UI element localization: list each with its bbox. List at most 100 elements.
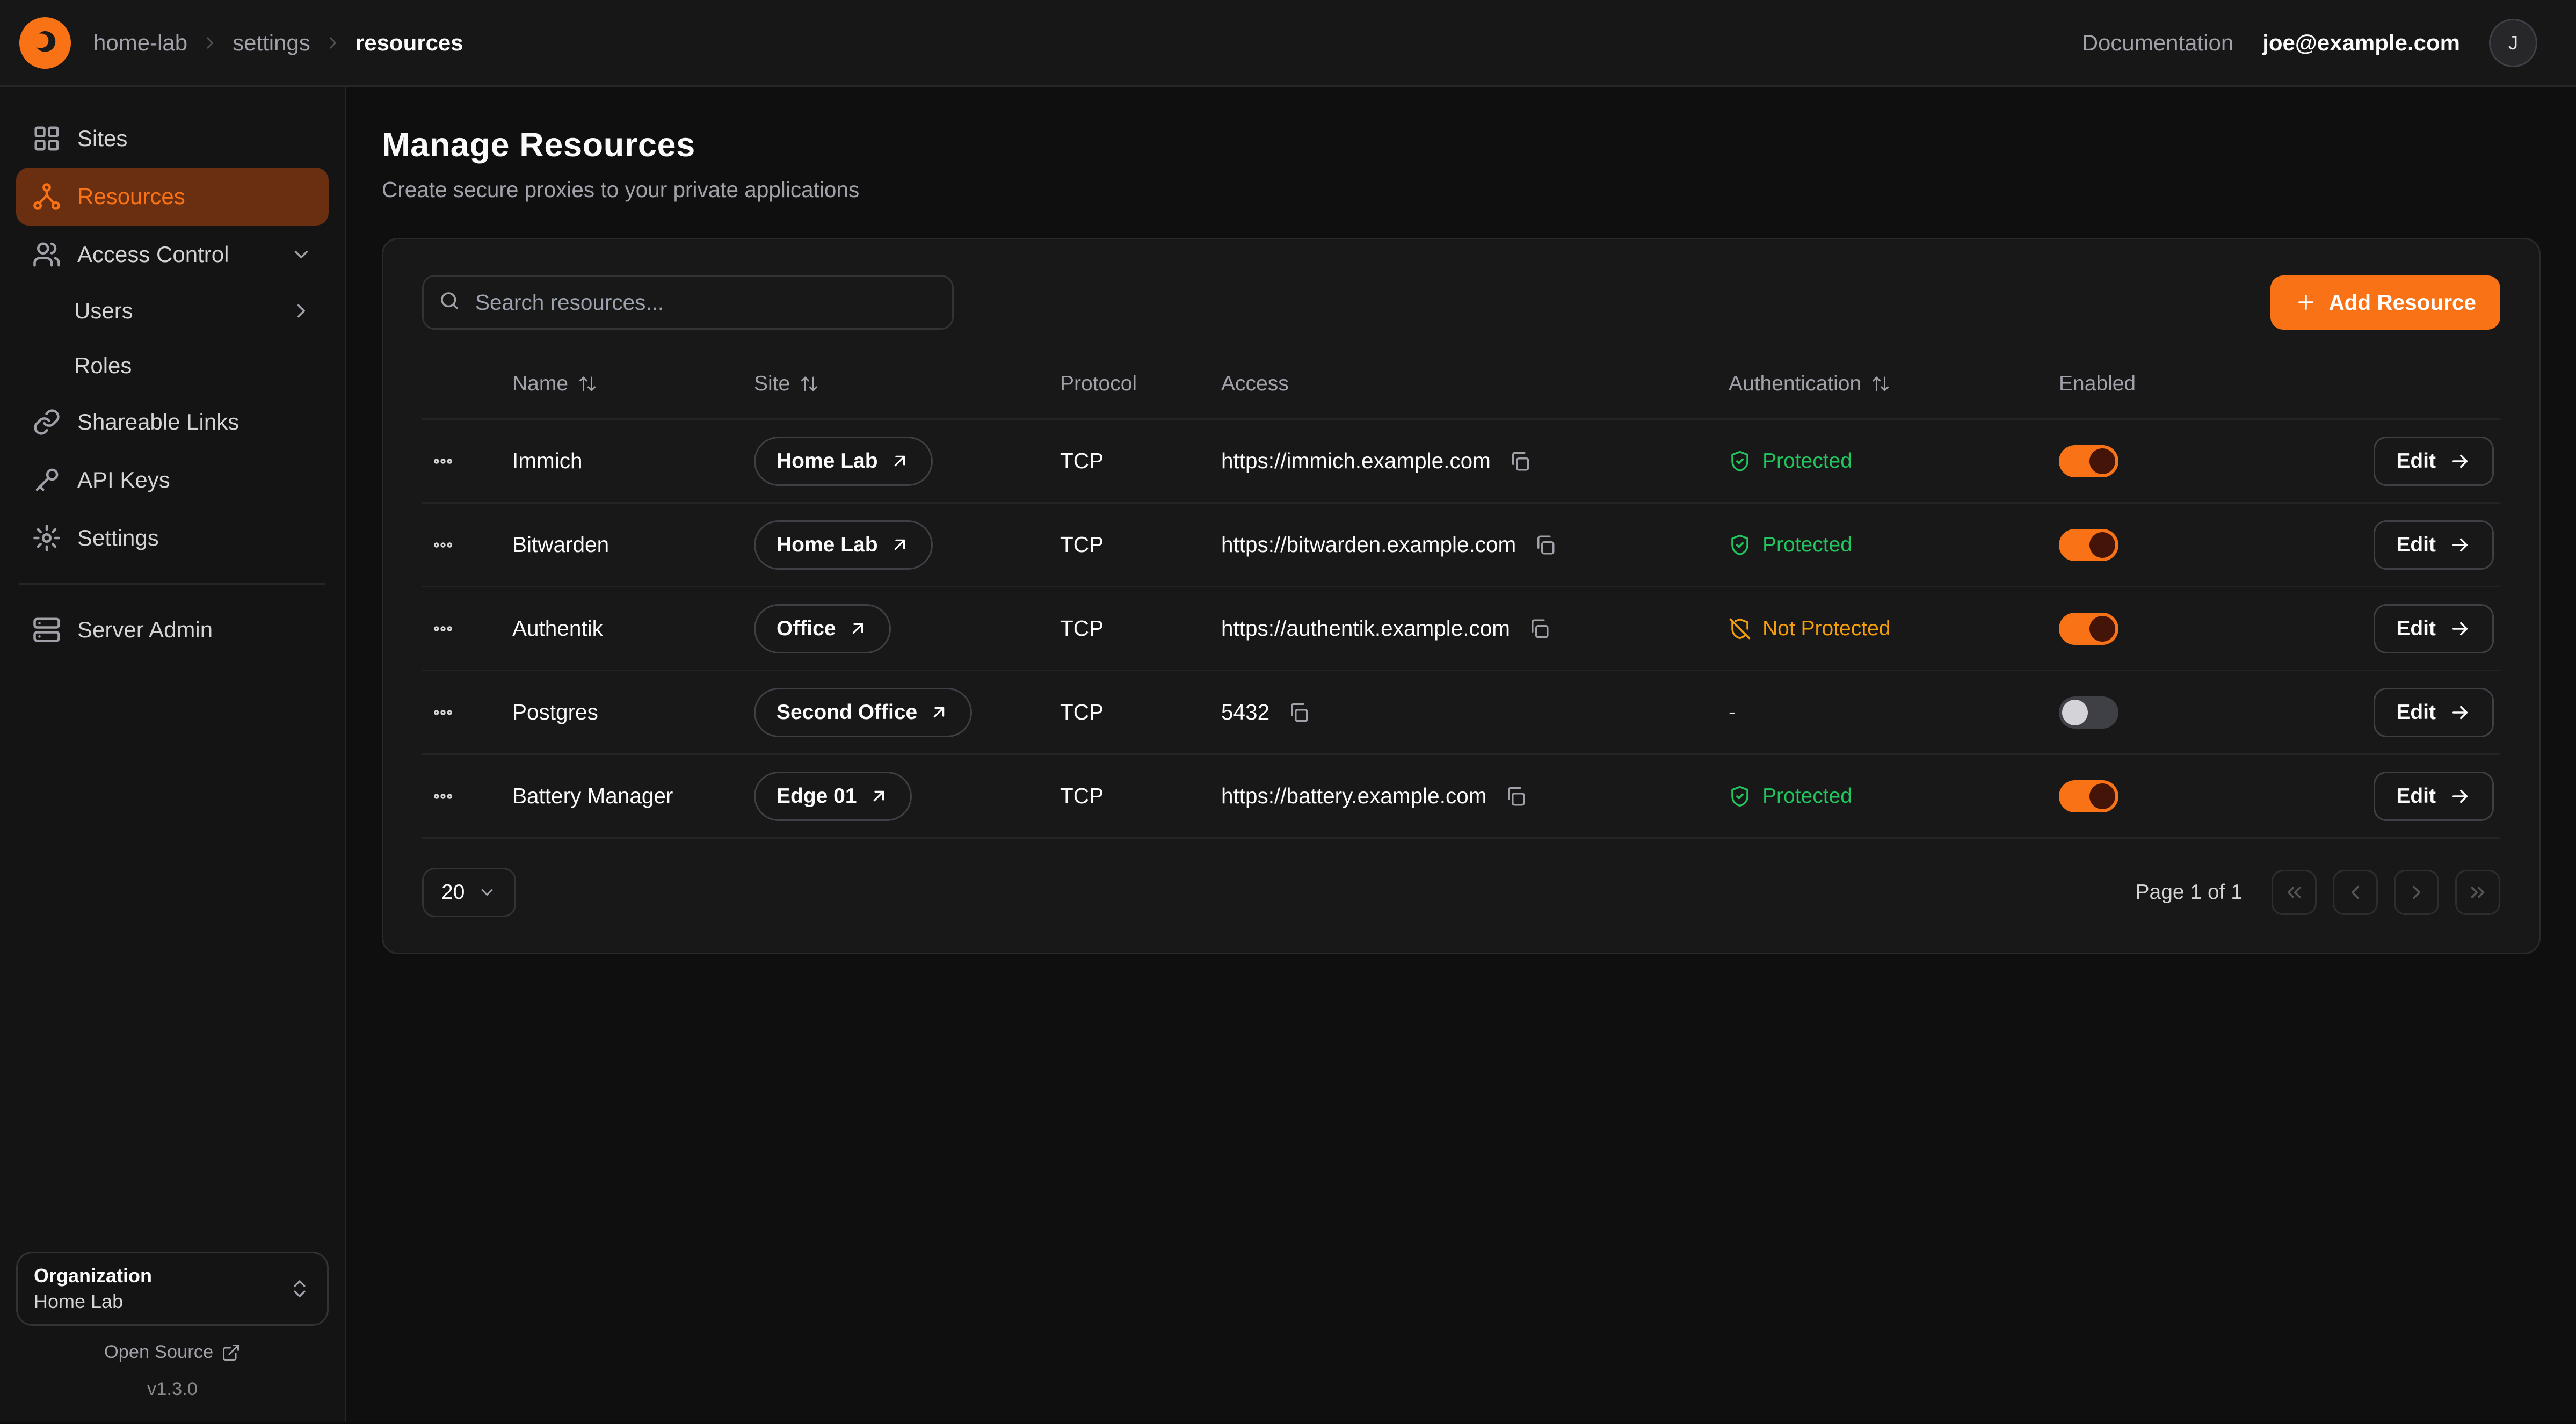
copy-icon[interactable] xyxy=(1284,698,1313,727)
next-page-button[interactable] xyxy=(2394,870,2439,915)
organization-switcher[interactable]: Organization Home Lab xyxy=(16,1252,329,1326)
chevrons-right-icon xyxy=(2466,881,2489,904)
sort-icon[interactable] xyxy=(1871,374,1890,394)
col-authentication: Authentication xyxy=(1729,372,1861,396)
copy-icon[interactable] xyxy=(1530,531,1559,560)
chevron-right-icon xyxy=(200,33,220,53)
app-logo-icon[interactable] xyxy=(19,17,71,69)
chevron-right-icon xyxy=(2405,881,2428,904)
sidebar-item-server-admin[interactable]: Server Admin xyxy=(16,601,329,659)
organization-label: Organization xyxy=(34,1265,288,1287)
sidebar-item-settings[interactable]: Settings xyxy=(16,509,329,567)
enabled-toggle[interactable] xyxy=(2059,780,2118,812)
arrow-right-icon xyxy=(2449,701,2471,724)
gear-icon xyxy=(32,524,61,553)
resource-name: Authentik xyxy=(512,616,754,641)
link-icon xyxy=(32,408,61,437)
external-link-icon xyxy=(221,1343,241,1362)
external-arrow-icon xyxy=(889,534,910,555)
row-menu-button[interactable] xyxy=(422,611,464,646)
chevron-down-icon xyxy=(477,883,497,902)
sidebar-item-users[interactable]: Users xyxy=(16,284,329,338)
resource-name: Immich xyxy=(512,448,754,474)
enabled-toggle[interactable] xyxy=(2059,445,2118,477)
external-arrow-icon xyxy=(928,702,949,723)
first-page-button[interactable] xyxy=(2272,870,2317,915)
enabled-toggle[interactable] xyxy=(2059,613,2118,645)
site-link[interactable]: Office xyxy=(754,604,891,653)
site-link[interactable]: Edge 01 xyxy=(754,772,912,821)
sidebar-item-api-keys[interactable]: API Keys xyxy=(16,451,329,509)
row-menu-button[interactable] xyxy=(422,779,464,814)
table-row: Postgres Second Office TCP 5432 - Edit xyxy=(422,671,2500,755)
enabled-toggle[interactable] xyxy=(2059,696,2118,729)
table-header: Name Site Protocol Access Authentication… xyxy=(422,349,2500,420)
shield-check-icon xyxy=(1729,450,1751,473)
edit-button[interactable]: Edit xyxy=(2374,520,2494,570)
breadcrumb-home-lab[interactable]: home-lab xyxy=(93,30,187,56)
auth-status: Protected xyxy=(1729,533,1852,557)
site-link[interactable]: Second Office xyxy=(754,688,972,737)
sidebar-item-sites[interactable]: Sites xyxy=(16,110,329,168)
access-value: https://battery.example.com xyxy=(1221,783,1486,809)
copy-icon[interactable] xyxy=(1525,614,1554,643)
edit-button[interactable]: Edit xyxy=(2374,437,2494,486)
enabled-toggle[interactable] xyxy=(2059,529,2118,561)
col-enabled: Enabled xyxy=(2059,372,2136,396)
last-page-button[interactable] xyxy=(2455,870,2500,915)
pagination: Page 1 of 1 xyxy=(2136,870,2501,915)
page-indicator: Page 1 of 1 xyxy=(2136,881,2243,904)
row-menu-button[interactable] xyxy=(422,695,464,730)
page-size-select[interactable]: 20 xyxy=(422,868,516,917)
organization-value: Home Lab xyxy=(34,1290,288,1313)
row-menu-button[interactable] xyxy=(422,527,464,563)
more-options-icon xyxy=(432,701,454,724)
documentation-link[interactable]: Documentation xyxy=(2082,30,2234,56)
col-name: Name xyxy=(512,372,568,396)
user-email: joe@example.com xyxy=(2262,30,2460,56)
breadcrumb-settings[interactable]: settings xyxy=(233,30,310,56)
chevron-left-icon xyxy=(2344,881,2367,904)
resources-icon xyxy=(32,182,61,211)
protocol: TCP xyxy=(1060,700,1221,725)
external-arrow-icon xyxy=(847,618,868,639)
more-options-icon xyxy=(432,534,454,556)
arrow-right-icon xyxy=(2449,450,2471,473)
auth-status: Protected xyxy=(1729,784,1852,808)
page-subtitle: Create secure proxies to your private ap… xyxy=(382,177,2541,202)
sidebar-item-shareable-links[interactable]: Shareable Links xyxy=(16,393,329,451)
user-avatar[interactable]: J xyxy=(2489,19,2537,67)
sidebar-item-roles[interactable]: Roles xyxy=(16,338,329,393)
main-content: Manage Resources Create secure proxies t… xyxy=(346,87,2576,1422)
resource-name: Postgres xyxy=(512,700,754,725)
copy-icon[interactable] xyxy=(1501,782,1530,811)
chevron-right-icon xyxy=(323,33,343,53)
search-input[interactable] xyxy=(422,275,954,330)
sort-icon[interactable] xyxy=(578,374,597,394)
edit-button[interactable]: Edit xyxy=(2374,688,2494,737)
previous-page-button[interactable] xyxy=(2333,870,2378,915)
edit-button[interactable]: Edit xyxy=(2374,604,2494,653)
plus-icon xyxy=(2295,291,2317,314)
copy-icon[interactable] xyxy=(1505,447,1534,476)
site-link[interactable]: Home Lab xyxy=(754,520,933,570)
table-row: Battery Manager Edge 01 TCP https://batt… xyxy=(422,755,2500,839)
col-site: Site xyxy=(754,372,790,396)
resource-name: Bitwarden xyxy=(512,532,754,557)
sidebar-item-access-control[interactable]: Access Control xyxy=(16,226,329,284)
site-link[interactable]: Home Lab xyxy=(754,437,933,486)
chevrons-left-icon xyxy=(2283,881,2305,904)
breadcrumb-resources[interactable]: resources xyxy=(355,30,463,56)
edit-button[interactable]: Edit xyxy=(2374,772,2494,821)
more-options-icon xyxy=(432,617,454,640)
add-resource-button[interactable]: Add Resource xyxy=(2270,275,2500,330)
sidebar-item-resources[interactable]: Resources xyxy=(16,168,329,226)
auth-status: Protected xyxy=(1729,449,1852,473)
open-source-link[interactable]: Open Source xyxy=(16,1342,329,1363)
access-value: https://authentik.example.com xyxy=(1221,616,1510,641)
row-menu-button[interactable] xyxy=(422,444,464,479)
external-arrow-icon xyxy=(868,786,889,807)
sort-icon[interactable] xyxy=(800,374,819,394)
auth-status: - xyxy=(1729,701,1736,724)
col-access: Access xyxy=(1221,372,1289,396)
